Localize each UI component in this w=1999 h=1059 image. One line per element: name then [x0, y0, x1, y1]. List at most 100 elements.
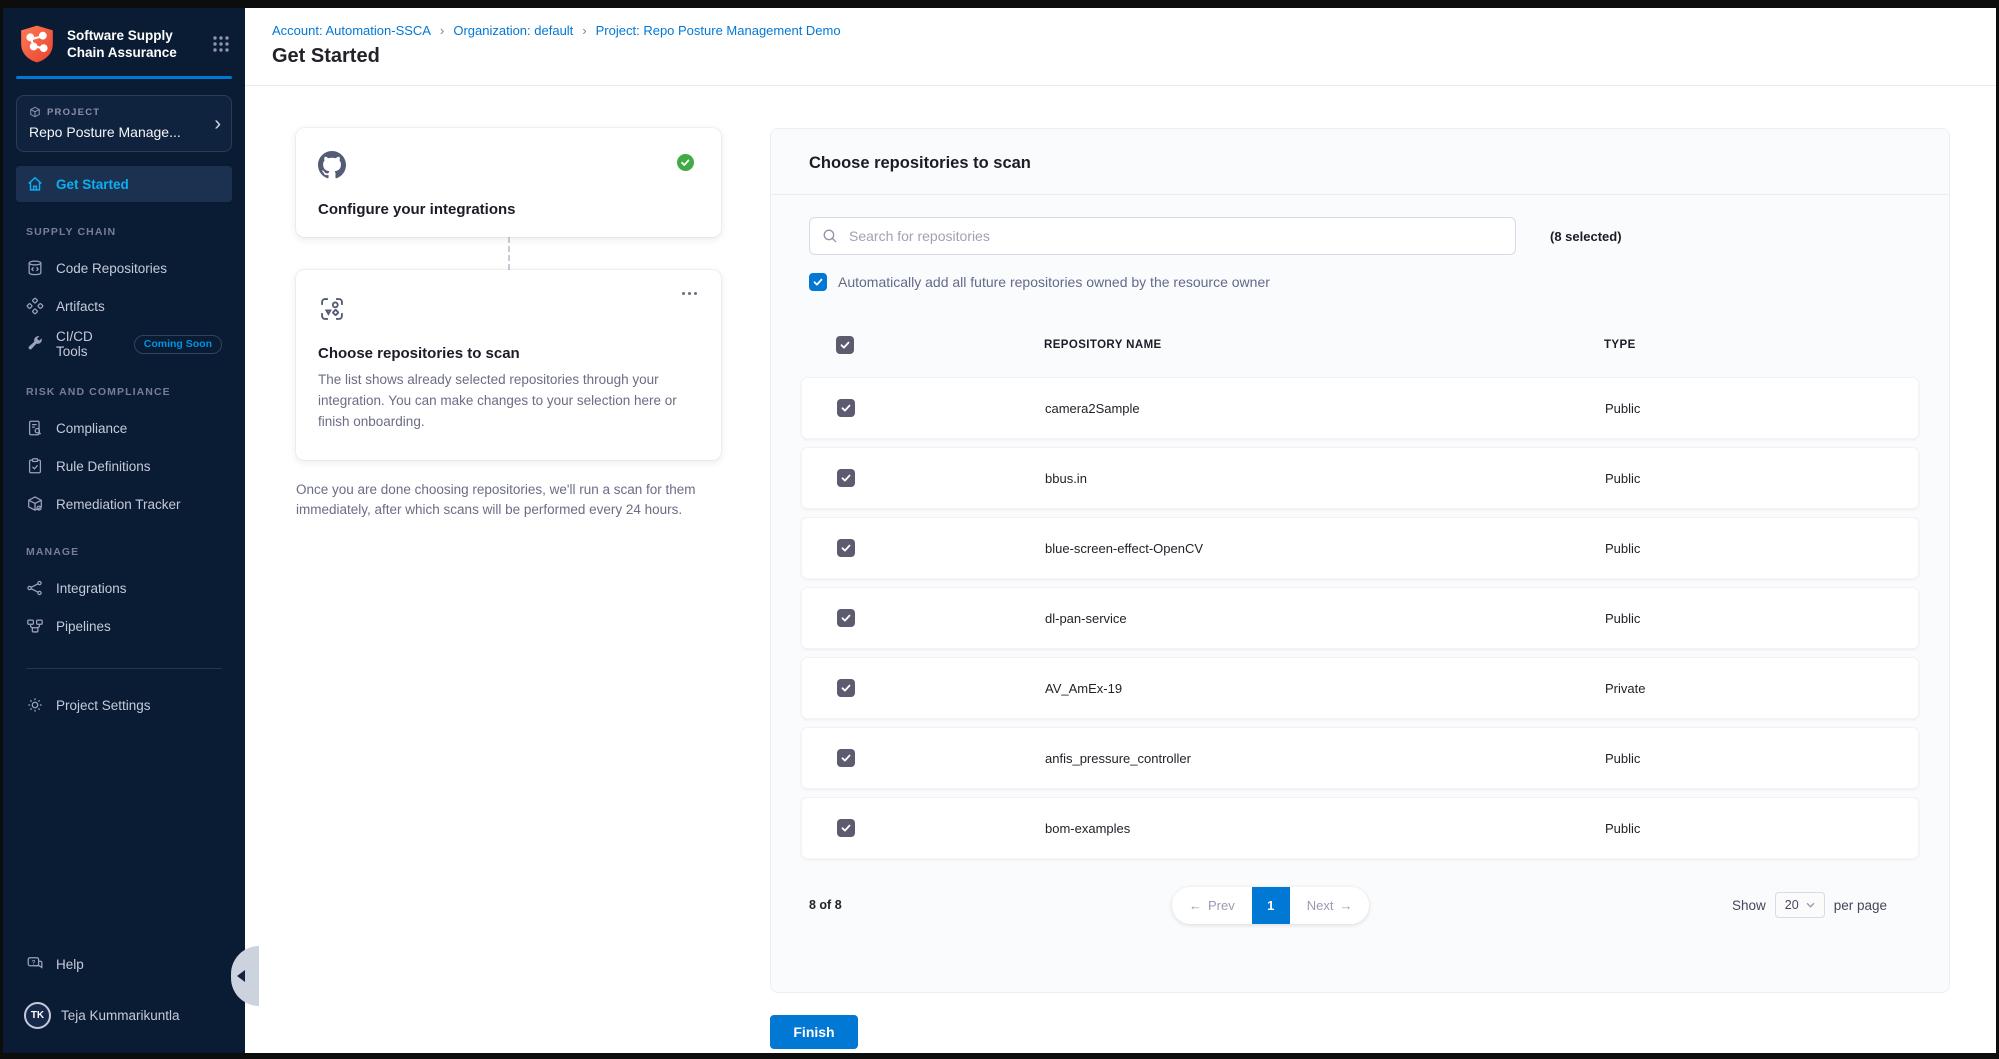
sidebar-item-label: Code Repositories — [56, 261, 167, 276]
next-page-button[interactable]: Next → — [1290, 887, 1370, 924]
row-checkbox[interactable] — [837, 819, 855, 837]
sidebar-nav: Get Started SUPPLY CHAIN Code Repositori… — [3, 152, 245, 946]
sidebar-item-compliance[interactable]: Compliance — [16, 410, 232, 446]
sidebar-item-label: Integrations — [56, 581, 127, 596]
step-description: The list shows already selected reposito… — [318, 370, 699, 433]
sidebar-item-project-settings[interactable]: Project Settings — [16, 687, 232, 723]
repo-name: AV_AmEx-19 — [1045, 681, 1605, 696]
repo-type: Public — [1605, 751, 1918, 766]
project-label: PROJECT — [29, 106, 205, 118]
step-card-choose-repos[interactable]: Choose repositories to scan The list sho… — [296, 270, 721, 460]
sidebar-item-label: CI/CD Tools — [56, 329, 120, 359]
repo-type: Public — [1605, 821, 1918, 836]
repo-type: Private — [1605, 681, 1918, 696]
wrench-icon — [26, 335, 44, 353]
row-checkbox[interactable] — [837, 749, 855, 767]
sidebar-item-pipelines[interactable]: Pipelines — [16, 608, 232, 644]
panel-body: (8 selected) Automatically add all futur… — [771, 195, 1949, 992]
main-area: Account: Automation-SSCA › Organization:… — [245, 8, 1996, 1053]
column-repository-name: REPOSITORY NAME — [1044, 339, 1604, 351]
repository-icon — [26, 259, 44, 277]
sidebar-item-label: Remediation Tracker — [56, 497, 181, 512]
step-title: Choose repositories to scan — [318, 345, 699, 362]
sidebar-item-rule-definitions[interactable]: Rule Definitions — [16, 448, 232, 484]
sidebar-footer: ? Help TK Teja Kummarikuntla — [3, 946, 245, 1053]
sidebar-item-label: Rule Definitions — [56, 459, 151, 474]
arrow-right-icon: → — [1339, 898, 1352, 913]
panel-title: Choose repositories to scan — [809, 154, 1911, 173]
sidebar-item-label: Project Settings — [56, 698, 151, 713]
row-checkbox[interactable] — [837, 469, 855, 487]
help-button[interactable]: ? Help — [16, 946, 232, 982]
pagination: 8 of 8 ← Prev 1 Next → — [809, 883, 1911, 927]
choose-repositories-panel: Choose repositories to scan (8 selected) — [770, 128, 1950, 993]
auto-add-label: Automatically add all future repositorie… — [838, 274, 1270, 290]
sidebar-divider — [26, 668, 222, 669]
auto-add-row: Automatically add all future repositorie… — [809, 273, 1911, 291]
page-size-select[interactable]: 20 — [1775, 892, 1825, 918]
repo-type: Public — [1605, 471, 1918, 486]
step-title: Configure your integrations — [318, 201, 699, 218]
more-options-icon[interactable] — [682, 292, 697, 295]
svg-text:?: ? — [32, 959, 36, 966]
row-checkbox[interactable] — [837, 609, 855, 627]
app: Software Supply Chain Assurance PROJECT … — [3, 8, 1996, 1053]
repo-table-body: camera2Sample Public bbus.in Public blue… — [801, 377, 1919, 867]
breadcrumb-separator-icon: › — [582, 23, 586, 38]
breadcrumb: Account: Automation-SSCA › Organization:… — [272, 23, 1996, 38]
breadcrumb-account[interactable]: Account: Automation-SSCA — [272, 23, 431, 38]
avatar: TK — [24, 1002, 51, 1029]
repo-search — [809, 217, 1516, 255]
repo-type: Public — [1605, 611, 1918, 626]
select-all-checkbox[interactable] — [836, 336, 854, 354]
table-row: camera2Sample Public — [801, 377, 1919, 439]
row-checkbox[interactable] — [837, 539, 855, 557]
breadcrumb-project[interactable]: Project: Repo Posture Management Demo — [596, 23, 841, 38]
app-switcher-grid-icon[interactable] — [211, 34, 231, 54]
brand-title: Software Supply Chain Assurance — [67, 27, 201, 61]
pager: ← Prev 1 Next → — [1172, 887, 1369, 924]
step-card-integrations[interactable]: Configure your integrations — [296, 128, 721, 237]
sidebar-item-label: Get Started — [56, 177, 129, 192]
sidebar-item-integrations[interactable]: Integrations — [16, 570, 232, 606]
sidebar-item-cicd-tools[interactable]: CI/CD Tools Coming Soon — [16, 326, 232, 362]
auto-add-checkbox[interactable] — [809, 273, 827, 291]
search-input[interactable] — [847, 227, 1503, 245]
project-selector[interactable]: PROJECT Repo Posture Manage... › — [16, 95, 232, 152]
sidebar-item-remediation-tracker[interactable]: Remediation Tracker — [16, 486, 232, 522]
chevron-right-icon: › — [214, 114, 221, 134]
ssca-shield-logo-icon — [17, 24, 57, 64]
repo-name: bom-examples — [1045, 821, 1605, 836]
sidebar-item-label: Artifacts — [56, 299, 105, 314]
breadcrumb-organization[interactable]: Organization: default — [453, 23, 573, 38]
home-icon — [26, 175, 44, 193]
step-connector — [508, 237, 510, 270]
user-menu[interactable]: TK Teja Kummarikuntla — [16, 996, 232, 1035]
finish-button[interactable]: Finish — [770, 1015, 858, 1049]
github-icon — [318, 151, 346, 179]
repo-type: Public — [1605, 541, 1918, 556]
repo-name: anfis_pressure_controller — [1045, 751, 1605, 766]
sidebar-item-label: Compliance — [56, 421, 127, 436]
sidebar-item-code-repositories[interactable]: Code Repositories — [16, 250, 232, 286]
row-checkbox[interactable] — [837, 679, 855, 697]
repo-name: blue-screen-effect-OpenCV — [1045, 541, 1605, 556]
table-row: bom-examples Public — [801, 797, 1919, 859]
table-row: blue-screen-effect-OpenCV Public — [801, 517, 1919, 579]
content: Configure your integrations — [245, 86, 1996, 1053]
row-checkbox[interactable] — [837, 399, 855, 417]
help-label: Help — [56, 957, 84, 972]
panel-header: Choose repositories to scan — [771, 129, 1949, 195]
scan-note: Once you are done choosing repositories,… — [296, 480, 721, 521]
sidebar-item-get-started[interactable]: Get Started — [16, 166, 232, 202]
artifacts-icon — [26, 297, 44, 315]
section-risk-compliance: RISK AND COMPLIANCE — [26, 386, 222, 398]
table-row: AV_AmEx-19 Private — [801, 657, 1919, 719]
sidebar-item-artifacts[interactable]: Artifacts — [16, 288, 232, 324]
table-row: bbus.in Public — [801, 447, 1919, 509]
scan-repositories-icon — [318, 295, 346, 323]
repo-type: Public — [1605, 401, 1918, 416]
page-1-button[interactable]: 1 — [1252, 887, 1290, 924]
cube-icon — [29, 106, 41, 118]
prev-page-button[interactable]: ← Prev — [1172, 887, 1252, 924]
